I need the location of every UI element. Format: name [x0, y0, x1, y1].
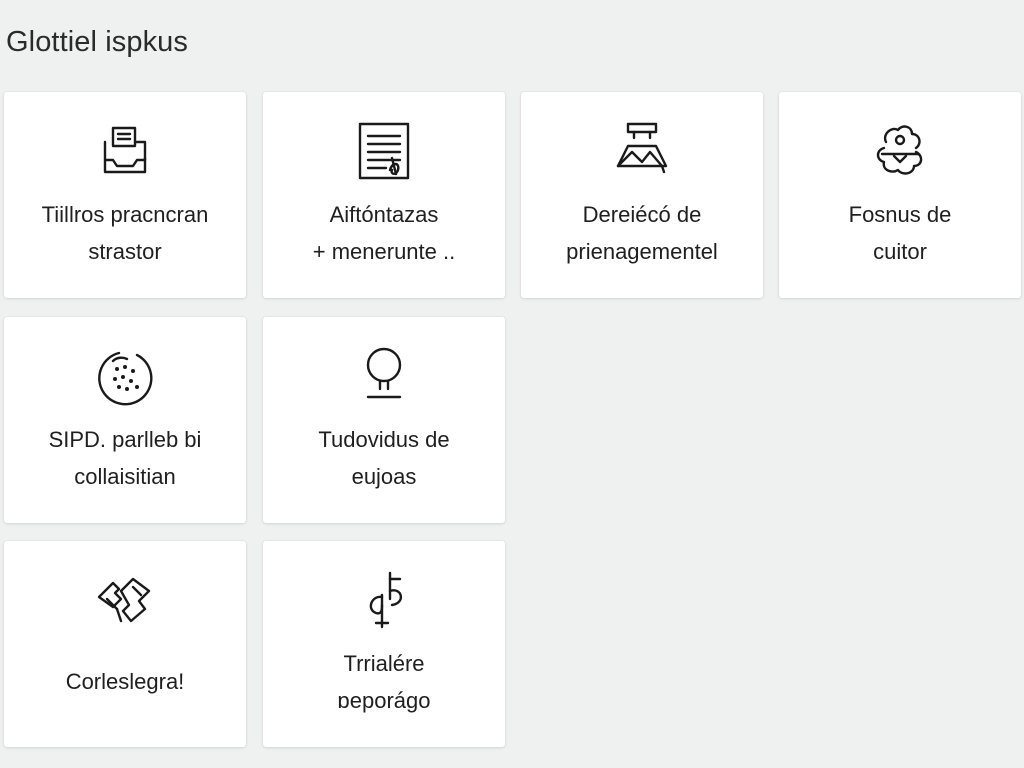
tile-5-label-line2: collaisitian: [74, 464, 176, 489]
tile-8[interactable]: Trrialére ɒeporágo: [263, 541, 505, 747]
tile-8-label-line1: Trrialére: [343, 651, 425, 676]
tile-1-label-line2: strastor: [88, 239, 162, 264]
tile-8-label-line2: ɒeporágo: [337, 688, 431, 713]
tile-4-label-line1: Fosnus de: [848, 202, 952, 227]
tile-5-label-line1: SIPD. parlleb bi: [48, 427, 202, 452]
document-signature-icon: [352, 120, 416, 184]
tile-3-label-line1: Dereiécó de: [582, 202, 702, 227]
tile-6[interactable]: Tudovidus de eujoas: [263, 317, 505, 523]
tile-2-label-line1: Aiftóntazas: [329, 202, 439, 227]
broken-tag-icon: [93, 569, 157, 633]
mountain-frame-icon: [610, 120, 674, 184]
printer-tray-icon: [93, 120, 157, 184]
tile-6-label-line2: eujoas: [351, 464, 417, 489]
tile-2[interactable]: Aiftóntazas + menerunte ..: [263, 92, 505, 298]
tile-7-label-line1: Corleslegra!: [65, 669, 185, 694]
tile-2-label-line2: + menerunte ..: [312, 239, 456, 264]
tile-3[interactable]: Dereiécó de prienagementel: [521, 92, 763, 298]
dotted-circle-icon: [93, 345, 157, 409]
tile-4[interactable]: Fosnus de cuitor: [779, 92, 1021, 298]
tile-6-label-line1: Tudovidus de: [318, 427, 450, 452]
pin-location-icon: [352, 345, 416, 409]
hook-plus-icon: [352, 569, 416, 633]
page-title: Glottiel ispkus: [6, 26, 189, 58]
cloud-gear-icon: [868, 120, 932, 184]
tile-1[interactable]: Tiillros pracncran strastor: [4, 92, 246, 298]
tile-1-label-line1: Tiillros pracncran: [41, 202, 209, 227]
tile-7[interactable]: Corleslegra!: [4, 541, 246, 747]
tile-5[interactable]: SIPD. parlleb bi collaisitian: [4, 317, 246, 523]
tile-4-label-line2: cuitor: [873, 239, 927, 264]
tile-3-label-line2: prienagementel: [566, 239, 718, 264]
